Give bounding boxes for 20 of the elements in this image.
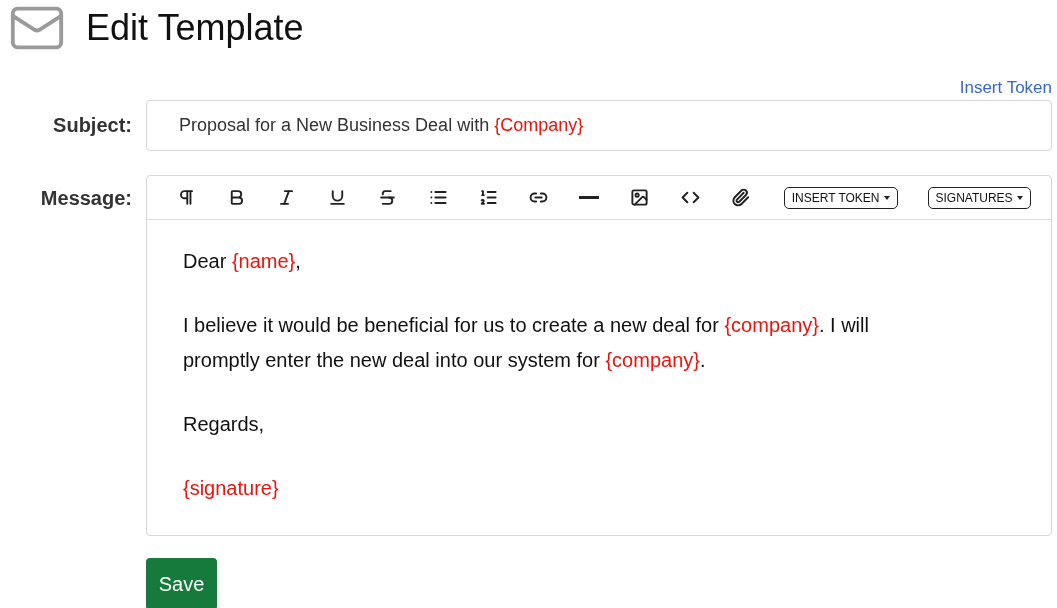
message-paragraph: I believe it would be beneficial for us to create a new deal for {company}. I will promptly enter the new deal into our system for {company}. xyxy=(183,313,870,373)
message-editor[interactable]: INSERT TOKEN SIGNATURES Dear {name}, I believe it would be beneficial for us to create a new deal for {company}. I will promptly enter the new deal into our system for {company}. Regards, {signature} xyxy=(146,175,1052,536)
toolbar-dropdown[interactable]: SIGNATURES xyxy=(927,186,1031,209)
message-paragraph: Regards, xyxy=(183,412,266,437)
image-icon xyxy=(630,188,650,207)
message-paragraph: {signature} xyxy=(183,476,280,501)
subject-label: Subject: xyxy=(52,113,132,137)
subject-field[interactable]: Proposal for a New Business Deal with {Company} xyxy=(146,100,1052,151)
page-title: Edit Template xyxy=(86,7,304,49)
horizontal-rule-icon xyxy=(579,196,600,199)
bulleted-list-icon xyxy=(428,188,448,207)
save-button[interactable]: Save xyxy=(146,558,217,608)
message-label: Message: xyxy=(39,186,132,210)
message-paragraph: Dear {name}, xyxy=(183,249,302,274)
underline-icon xyxy=(327,188,347,207)
insert-token-link[interactable]: Insert Token xyxy=(959,78,1052,100)
toolbar-dropdown[interactable]: INSERT TOKEN xyxy=(783,186,898,209)
numbered-list-icon xyxy=(479,188,499,207)
strikethrough-icon xyxy=(378,188,398,207)
paperclip-icon xyxy=(731,188,750,207)
